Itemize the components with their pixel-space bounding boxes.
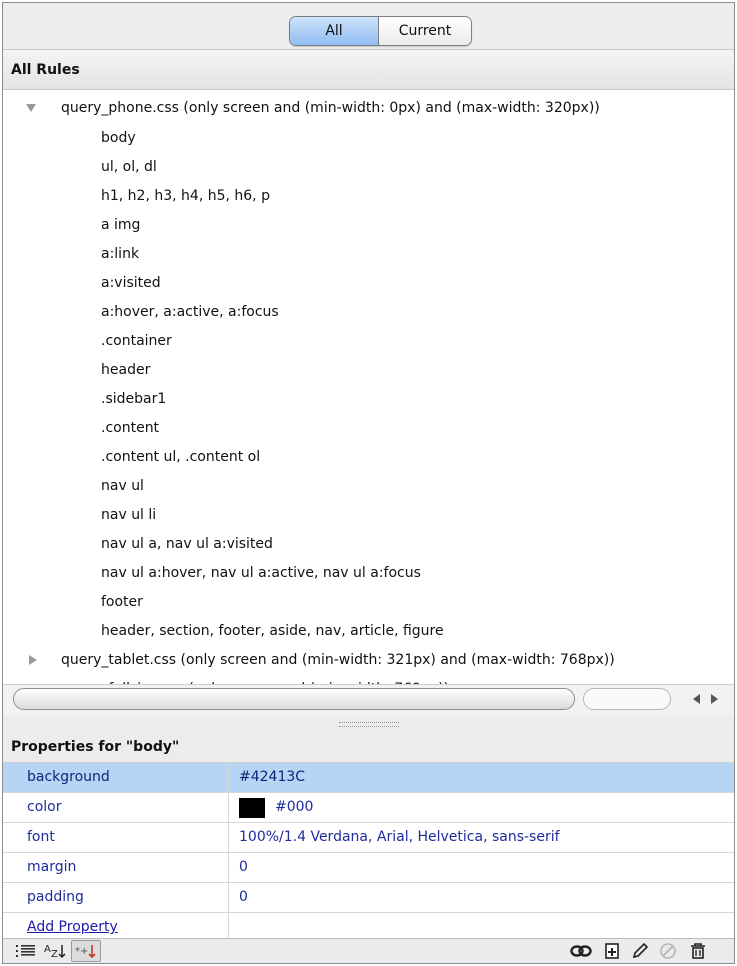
rule-item[interactable]: a:link bbox=[3, 240, 734, 268]
rule-item[interactable]: .content bbox=[3, 414, 734, 442]
rule-label: a:visited bbox=[101, 275, 161, 291]
rule-label: nav ul bbox=[101, 478, 144, 494]
properties-table: background #42413C color #000 font 100%/… bbox=[3, 763, 734, 943]
rule-label: body bbox=[101, 130, 136, 146]
stylesheet-label: query_tablet.css (only screen and (min-w… bbox=[61, 652, 615, 668]
rule-label: a:hover, a:active, a:focus bbox=[101, 304, 279, 320]
rule-label: a img bbox=[101, 217, 141, 233]
property-name[interactable]: color bbox=[3, 793, 229, 822]
rule-label: nav ul a, nav ul a:visited bbox=[101, 536, 273, 552]
stylesheet-item[interactable]: query_tablet.css (only screen and (min-w… bbox=[3, 646, 734, 674]
rules-tree: query_phone.css (only screen and (min-wi… bbox=[3, 92, 734, 697]
rule-label: nav ul li bbox=[101, 507, 157, 523]
property-name[interactable]: font bbox=[3, 823, 229, 852]
rule-label: footer bbox=[101, 594, 143, 610]
rule-item[interactable]: body bbox=[3, 124, 734, 152]
rule-item[interactable]: a:hover, a:active, a:focus bbox=[3, 298, 734, 326]
disclosure-collapsed-icon[interactable] bbox=[27, 646, 39, 674]
property-row[interactable]: padding 0 bbox=[3, 883, 734, 913]
svg-text:A: A bbox=[44, 944, 51, 955]
current-mode-button[interactable]: Current bbox=[379, 17, 471, 45]
property-row[interactable]: margin 0 bbox=[3, 853, 734, 883]
rule-item[interactable]: nav ul bbox=[3, 472, 734, 500]
disclosure-expanded-icon[interactable] bbox=[25, 94, 37, 122]
attach-stylesheet-icon[interactable] bbox=[569, 941, 593, 961]
all-mode-button[interactable]: All bbox=[290, 17, 379, 45]
scroll-arrows bbox=[688, 689, 724, 709]
css-styles-panel: All Current All Rules query_phone.css (o… bbox=[2, 2, 735, 964]
rule-label: .content bbox=[101, 420, 160, 436]
property-row[interactable]: font 100%/1.4 Verdana, Arial, Helvetica,… bbox=[3, 823, 734, 853]
disable-property-icon[interactable] bbox=[657, 941, 679, 961]
rule-item[interactable]: nav ul a:hover, nav ul a:active, nav ul … bbox=[3, 559, 734, 587]
rule-item[interactable]: header bbox=[3, 356, 734, 384]
stylesheet-item[interactable]: query_phone.css (only screen and (min-wi… bbox=[3, 94, 734, 122]
all-rules-header: All Rules bbox=[3, 50, 734, 90]
rule-label: header bbox=[101, 362, 151, 378]
property-name[interactable]: margin bbox=[3, 853, 229, 882]
rule-label: header, section, footer, aside, nav, art… bbox=[101, 623, 444, 639]
property-name[interactable]: padding bbox=[3, 883, 229, 912]
rule-item[interactable]: .container bbox=[3, 327, 734, 355]
edit-rule-icon[interactable] bbox=[629, 941, 651, 961]
rule-item[interactable]: header, section, footer, aside, nav, art… bbox=[3, 617, 734, 645]
rule-label: h1, h2, h3, h4, h5, h6, p bbox=[101, 188, 270, 204]
scroll-left-icon[interactable] bbox=[688, 689, 704, 709]
property-value[interactable]: 0 bbox=[229, 883, 248, 912]
delete-rule-icon[interactable] bbox=[687, 941, 709, 961]
rule-label: .sidebar1 bbox=[101, 391, 167, 407]
bottom-toolbar: AZ *+ bbox=[3, 938, 734, 963]
property-value[interactable]: #000 bbox=[275, 793, 313, 822]
rule-label: nav ul a:hover, nav ul a:active, nav ul … bbox=[101, 565, 421, 581]
alphabetical-view-icon[interactable]: AZ bbox=[43, 941, 67, 961]
rule-label: .container bbox=[101, 333, 172, 349]
mode-segmented-control: All Current bbox=[289, 16, 472, 46]
new-css-rule-icon[interactable] bbox=[601, 941, 623, 961]
scroll-right-icon[interactable] bbox=[706, 689, 722, 709]
properties-header: Properties for "body" bbox=[3, 731, 734, 763]
svg-text:*+: *+ bbox=[75, 946, 88, 957]
rule-item[interactable]: ul, ol, dl bbox=[3, 153, 734, 181]
category-view-icon[interactable] bbox=[15, 941, 37, 961]
property-name[interactable]: background bbox=[3, 763, 229, 792]
rule-item[interactable]: a img bbox=[3, 211, 734, 239]
mode-toolbar: All Current bbox=[3, 3, 734, 50]
rule-label: .content ul, .content ol bbox=[101, 449, 261, 465]
rule-label: a:link bbox=[101, 246, 140, 262]
stylesheet-label: query_phone.css (only screen and (min-wi… bbox=[61, 100, 600, 116]
scroll-track[interactable] bbox=[583, 688, 671, 710]
property-value[interactable]: #42413C bbox=[229, 763, 305, 792]
horizontal-scrollbar[interactable] bbox=[3, 684, 734, 716]
rule-item[interactable]: h1, h2, h3, h4, h5, h6, p bbox=[3, 182, 734, 210]
rule-item[interactable]: nav ul a, nav ul a:visited bbox=[3, 530, 734, 558]
property-value[interactable]: 0 bbox=[229, 853, 248, 882]
svg-text:Z: Z bbox=[51, 949, 58, 960]
property-value-cell: #000 bbox=[229, 793, 313, 822]
property-row[interactable]: color #000 bbox=[3, 793, 734, 823]
splitter-grip-icon[interactable] bbox=[338, 721, 399, 727]
scroll-thumb[interactable] bbox=[13, 688, 575, 710]
color-swatch[interactable] bbox=[239, 797, 265, 818]
rule-item[interactable]: .sidebar1 bbox=[3, 385, 734, 413]
rule-item[interactable]: a:visited bbox=[3, 269, 734, 297]
property-value[interactable]: 100%/1.4 Verdana, Arial, Helvetica, sans… bbox=[229, 823, 560, 852]
rule-label: ul, ol, dl bbox=[101, 159, 157, 175]
property-row[interactable]: background #42413C bbox=[3, 763, 734, 793]
rule-item[interactable]: footer bbox=[3, 588, 734, 616]
rule-item[interactable]: nav ul li bbox=[3, 501, 734, 529]
add-property-link[interactable]: Add Property bbox=[27, 919, 118, 935]
show-set-properties-icon[interactable]: *+ bbox=[71, 940, 101, 962]
rule-item[interactable]: .content ul, .content ol bbox=[3, 443, 734, 471]
